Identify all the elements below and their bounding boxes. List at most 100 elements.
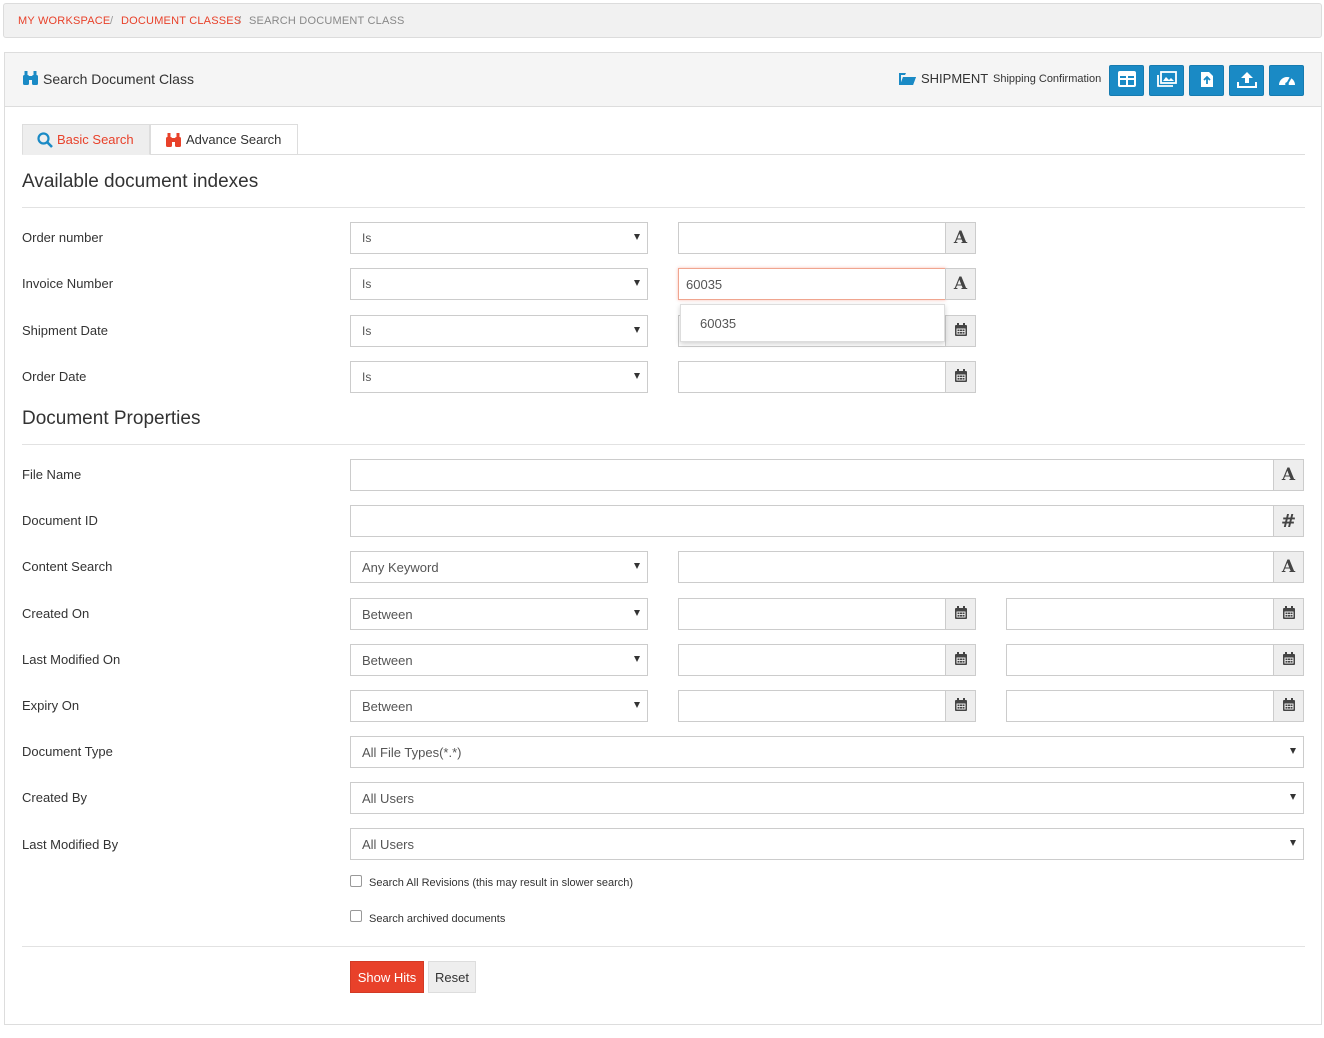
calendar-icon: [954, 697, 968, 715]
last-modified-on-operator-select[interactable]: Between: [350, 644, 648, 676]
file-upload-icon: [1200, 71, 1214, 91]
document-id-input[interactable]: [350, 505, 1274, 537]
input-value: 60035: [686, 276, 723, 292]
expiry-on-to-input[interactable]: [1006, 690, 1274, 722]
tab-advance-search-label: Advance Search: [186, 132, 282, 147]
select-value: Is: [362, 277, 372, 291]
caret-down-icon: [1290, 748, 1296, 754]
reset-button[interactable]: Reset: [428, 961, 476, 993]
hash-icon: #: [1280, 510, 1297, 532]
binoculars-icon: [165, 132, 182, 148]
order-number-label: Order number: [22, 230, 103, 245]
invoice-number-operator-select[interactable]: Is: [350, 268, 648, 300]
content-search-input[interactable]: [678, 551, 1274, 583]
select-value: Between: [362, 698, 413, 714]
search-all-revisions-checkbox[interactable]: [350, 875, 362, 887]
calendar-icon: [954, 651, 968, 669]
tab-basic-search-label: Basic Search: [57, 132, 134, 147]
search-all-revisions-label[interactable]: Search All Revisions (this may result in…: [369, 877, 633, 889]
invoice-number-input[interactable]: 60035: [678, 268, 946, 300]
autocomplete-value: 60035: [700, 315, 737, 331]
file-name-label: File Name: [22, 467, 82, 482]
upload-button[interactable]: [1229, 65, 1264, 96]
created-on-from-input[interactable]: [678, 598, 946, 630]
dashboard-button[interactable]: [1269, 65, 1304, 96]
select-value: Is: [362, 370, 372, 384]
calendar-button[interactable]: [945, 690, 976, 722]
text-type-addon[interactable]: A: [945, 268, 976, 300]
indexes-heading: Available document indexes: [22, 171, 259, 192]
select-value: Between: [362, 606, 413, 622]
number-type-addon[interactable]: #: [1273, 505, 1304, 537]
image-gallery-icon: [1156, 71, 1177, 90]
section-divider: [22, 444, 1305, 445]
breadcrumb-current: SEARCH DOCUMENT CLASS: [249, 15, 405, 27]
shipment-date-operator-select[interactable]: Is: [350, 315, 648, 347]
select-value: All Users: [362, 836, 415, 852]
caret-down-icon: [634, 327, 640, 333]
caret-down-icon: [634, 610, 640, 616]
text-type-addon[interactable]: A: [1273, 551, 1304, 583]
breadcrumb-my-workspace[interactable]: MY WORKSPACE: [18, 15, 110, 27]
order-number-operator-select[interactable]: Is: [350, 222, 648, 254]
calendar-button[interactable]: [945, 598, 976, 630]
section-divider: [22, 207, 1305, 208]
search-panel: Search Document Class SHIPMENT Shipping …: [4, 52, 1322, 1025]
document-type-label: Document Type: [22, 744, 113, 759]
expiry-on-from-input[interactable]: [678, 690, 946, 722]
show-hits-button[interactable]: Show Hits: [350, 961, 424, 993]
expiry-on-label: Expiry On: [22, 698, 80, 713]
calendar-icon: [954, 605, 968, 623]
file-upload-button[interactable]: [1189, 65, 1224, 96]
section-divider: [22, 946, 1305, 947]
calendar-button[interactable]: [1273, 644, 1304, 676]
text-type-icon: A: [1281, 557, 1296, 577]
breadcrumb: MY WORKSPACE / DOCUMENT CLASSES / SEARCH…: [3, 3, 1322, 38]
file-name-input[interactable]: [350, 459, 1274, 491]
last-modified-by-label: Last Modified By: [22, 837, 119, 852]
created-on-to-input[interactable]: [1006, 598, 1274, 630]
calendar-icon: [1282, 651, 1296, 669]
caret-down-icon: [634, 702, 640, 708]
calendar-icon: [954, 322, 968, 340]
calendar-button[interactable]: [945, 644, 976, 676]
calendar-button[interactable]: [945, 315, 976, 347]
text-type-addon[interactable]: A: [1273, 459, 1304, 491]
calendar-button[interactable]: [945, 361, 976, 393]
document-type-select[interactable]: All File Types(*.*): [350, 736, 1304, 768]
search-archived-checkbox[interactable]: [350, 910, 362, 922]
order-number-input[interactable]: [678, 222, 946, 254]
caret-down-icon: [634, 563, 640, 569]
created-on-operator-select[interactable]: Between: [350, 598, 648, 630]
order-date-input[interactable]: [678, 361, 946, 393]
tab-advance-search[interactable]: Advance Search: [150, 124, 298, 155]
breadcrumb-document-classes[interactable]: DOCUMENT CLASSES: [121, 15, 241, 27]
image-gallery-button[interactable]: [1149, 65, 1184, 96]
page-title: Search Document Class: [43, 71, 194, 87]
table-grid-icon: [1117, 71, 1136, 90]
last-modified-on-from-input[interactable]: [678, 644, 946, 676]
table-grid-button[interactable]: [1109, 65, 1144, 96]
tab-basic-search[interactable]: Basic Search: [22, 124, 150, 155]
select-value: Between: [362, 652, 413, 668]
text-type-addon[interactable]: A: [945, 222, 976, 254]
created-on-label: Created On: [22, 606, 90, 621]
last-modified-on-to-input[interactable]: [1006, 644, 1274, 676]
created-by-select[interactable]: All Users: [350, 782, 1304, 814]
calendar-button[interactable]: [1273, 690, 1304, 722]
caret-down-icon: [634, 656, 640, 662]
created-by-label: Created By: [22, 790, 88, 805]
document-class-description: Shipping Confirmation: [993, 73, 1102, 85]
order-date-operator-select[interactable]: Is: [350, 361, 648, 393]
select-value: Any Keyword: [362, 559, 439, 575]
select-value: All File Types(*.*): [362, 744, 462, 760]
last-modified-by-select[interactable]: All Users: [350, 828, 1304, 860]
invoice-autocomplete-option[interactable]: 60035: [680, 304, 945, 342]
calendar-icon: [1282, 605, 1296, 623]
select-value: Is: [362, 324, 372, 338]
calendar-button[interactable]: [1273, 598, 1304, 630]
content-search-operator-select[interactable]: Any Keyword: [350, 551, 648, 583]
search-archived-label[interactable]: Search archived documents: [369, 913, 505, 925]
expiry-on-operator-select[interactable]: Between: [350, 690, 648, 722]
document-class-name: SHIPMENT: [921, 71, 989, 86]
